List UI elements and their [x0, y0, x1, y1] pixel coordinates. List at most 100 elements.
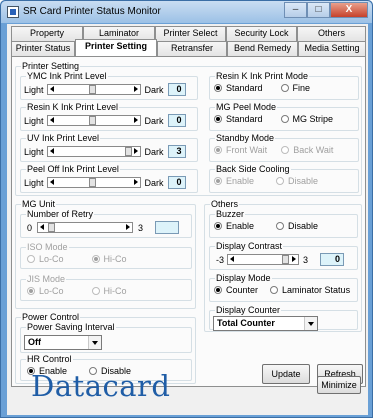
resin-level-label: Resin K Ink Print Level [26, 102, 120, 112]
slider-left-arrow-icon[interactable] [48, 147, 57, 156]
minimize-window-button[interactable]: – [284, 2, 307, 18]
window-title: SR Card Printer Status Monitor [23, 6, 161, 17]
retry-slider[interactable] [37, 222, 134, 233]
printer-app-icon [7, 6, 19, 18]
ymc-level-slider[interactable] [46, 84, 141, 95]
slider-right-arrow-icon[interactable] [131, 85, 140, 94]
resin-mode-group: Resin K Ink Print Mode Standard Fine [209, 71, 359, 100]
slider-thumb[interactable] [88, 116, 96, 125]
slider-right-arrow-icon[interactable] [289, 255, 298, 264]
retry-label: Number of Retry [26, 209, 95, 219]
tab-property[interactable]: Property [11, 26, 83, 41]
display-laminator-status-radio[interactable]: Laminator Status [270, 285, 350, 295]
slider-left-arrow-icon[interactable] [48, 116, 57, 125]
peel-level-slider[interactable] [46, 177, 141, 188]
contrast-min-label: -3 [216, 254, 225, 265]
slider-thumb[interactable] [88, 178, 96, 187]
buzzer-label: Buzzer [215, 209, 246, 219]
power-saving-select[interactable]: Off [24, 335, 102, 350]
peel-level-group: Peel Off Ink Print Level Light Dark 0 [20, 164, 198, 193]
maximize-window-button[interactable]: □ [307, 2, 330, 18]
mg-unit-group: MG Unit Number of Retry 0 3 ISO Mode Lo-… [15, 199, 196, 309]
uv-level-label: UV Ink Print Level [26, 133, 101, 143]
mg-peel-stripe-radio[interactable]: MG Stripe [280, 114, 333, 124]
slider-left-arrow-icon[interactable] [48, 178, 57, 187]
slider-left-arrow-icon[interactable] [228, 255, 237, 264]
buzzer-disable-radio[interactable]: Disable [276, 221, 318, 231]
hr-control-label: HR Control [26, 354, 73, 364]
peel-light-label: Light [24, 177, 44, 188]
mg-unit-title: MG Unit [21, 199, 57, 209]
standby-back-wait-radio: Back Wait [281, 145, 333, 155]
power-control-title: Power Control [21, 312, 81, 322]
mg-peel-standard-radio[interactable]: Standard [214, 114, 263, 124]
tab-bend-remedy[interactable]: Bend Remedy [227, 41, 298, 56]
slider-right-arrow-icon[interactable] [131, 178, 140, 187]
back-side-cooling-label: Back Side Cooling [215, 164, 291, 174]
iso-mode-group: ISO Mode Lo-Co Hi-Co [20, 242, 192, 269]
cooling-disable-radio: Disable [276, 176, 318, 186]
chevron-down-icon[interactable] [88, 336, 101, 349]
slider-right-arrow-icon[interactable] [131, 116, 140, 125]
tab-media-setting[interactable]: Media Setting [298, 41, 366, 56]
ymc-level-label: YMC Ink Print Level [26, 71, 108, 81]
resin-dark-label: Dark [144, 115, 164, 126]
minimize-button[interactable]: Minimize [317, 376, 361, 394]
slider-right-arrow-icon[interactable] [123, 223, 132, 232]
standby-mode-group: Standby Mode Front Wait Back Wait [209, 133, 359, 162]
retry-max-label: 3 [138, 222, 144, 233]
resin-level-slider[interactable] [46, 115, 141, 126]
chevron-down-icon[interactable] [304, 317, 317, 330]
jis-lo-co-radio: Lo-Co [27, 286, 64, 296]
jis-mode-label: JIS Mode [26, 274, 67, 284]
standby-front-wait-radio: Front Wait [214, 145, 267, 155]
display-mode-label: Display Mode [215, 273, 272, 283]
retry-min-label: 0 [27, 222, 33, 233]
resin-mode-standard-radio[interactable]: Standard [214, 83, 263, 93]
printer-setting-title: Printer Setting [21, 61, 81, 71]
slider-thumb[interactable] [282, 255, 290, 264]
buzzer-enable-radio[interactable]: Enable [214, 221, 254, 231]
contrast-slider[interactable] [227, 254, 300, 265]
title-bar[interactable]: SR Card Printer Status Monitor – □ X [1, 1, 372, 23]
contrast-group: Display Contrast -3 3 0 [209, 241, 358, 270]
ymc-level-group: YMC Ink Print Level Light Dark 0 [20, 71, 198, 100]
uv-level-slider[interactable] [46, 146, 141, 157]
printer-setting-panel: Printer Setting YMC Ink Print Level Ligh… [11, 56, 366, 387]
update-button[interactable]: Update [262, 364, 310, 384]
cooling-enable-radio: Enable [214, 176, 254, 186]
mg-peel-group: MG Peel Mode Standard MG Stripe [209, 102, 359, 131]
tab-printer-setting[interactable]: Printer Setting [75, 39, 157, 56]
resin-level-group: Resin K Ink Print Level Light Dark 0 [20, 102, 198, 131]
close-window-button[interactable]: X [330, 2, 368, 18]
resin-level-value: 0 [167, 114, 186, 127]
iso-lo-co-radio: Lo-Co [27, 254, 64, 264]
tab-retransfer[interactable]: Retransfer [157, 41, 227, 56]
display-counter-label: Display Counter [215, 305, 282, 315]
jis-mode-group: JIS Mode Lo-Co Hi-Co [20, 274, 192, 301]
ymc-light-label: Light [24, 84, 44, 95]
back-side-cooling-group: Back Side Cooling Enable Disable [209, 164, 359, 193]
resin-light-label: Light [24, 115, 44, 126]
slider-thumb[interactable] [48, 223, 56, 232]
contrast-value: 0 [320, 253, 345, 266]
tab-printer-select[interactable]: Printer Select [155, 26, 226, 41]
standby-mode-label: Standby Mode [215, 133, 276, 143]
display-counter-select[interactable]: Total Counter [213, 316, 318, 331]
client-area: Property Laminator Printer Select Securi… [7, 24, 368, 415]
slider-left-arrow-icon[interactable] [38, 223, 47, 232]
tab-printer-status[interactable]: Printer Status [11, 41, 75, 56]
slider-thumb[interactable] [88, 85, 96, 94]
tab-others[interactable]: Others [297, 26, 366, 41]
peel-level-label: Peel Off Ink Print Level [26, 164, 120, 174]
tab-security-lock[interactable]: Security Lock [226, 26, 297, 41]
others-title: Others [210, 199, 240, 209]
retry-value [155, 221, 180, 234]
slider-left-arrow-icon[interactable] [48, 85, 57, 94]
resin-mode-fine-radio[interactable]: Fine [280, 83, 310, 93]
buzzer-group: Buzzer Enable Disable [209, 209, 358, 238]
iso-mode-label: ISO Mode [26, 242, 69, 252]
printer-setting-group: Printer Setting YMC Ink Print Level Ligh… [15, 61, 362, 196]
display-counter-radio[interactable]: Counter [214, 285, 258, 295]
slider-right-arrow-icon[interactable] [131, 147, 140, 156]
